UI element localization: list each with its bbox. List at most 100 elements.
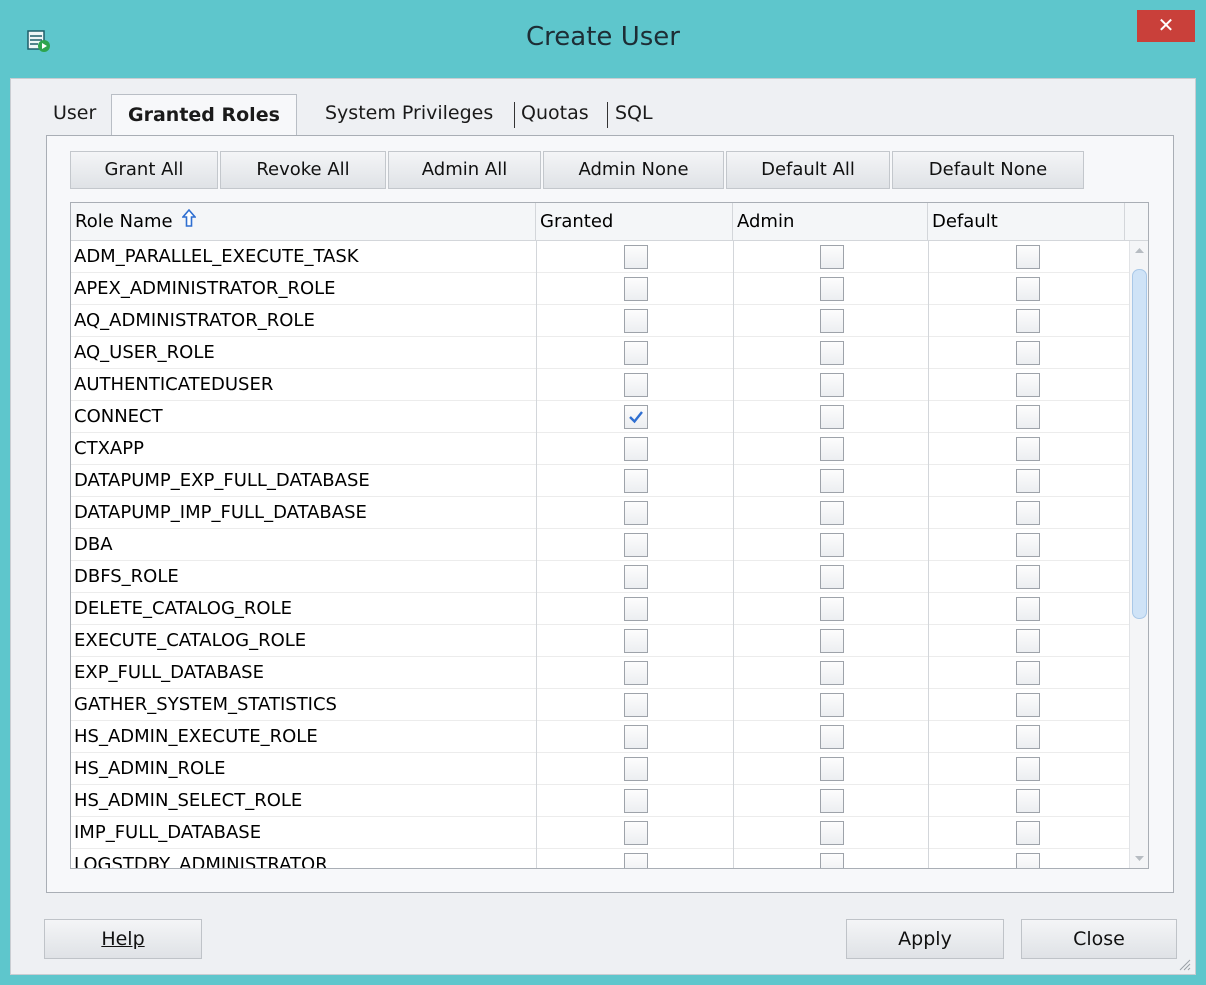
default-checkbox[interactable] [1016, 469, 1040, 493]
default-checkbox[interactable] [1016, 661, 1040, 685]
admin-checkbox[interactable] [820, 533, 844, 557]
default-checkbox[interactable] [1016, 437, 1040, 461]
granted-checkbox[interactable] [624, 309, 648, 333]
column-header-role-name[interactable]: Role Name [71, 203, 536, 241]
granted-checkbox[interactable] [624, 693, 648, 717]
admin-checkbox[interactable] [820, 789, 844, 813]
granted-checkbox[interactable] [624, 821, 648, 845]
scroll-down-icon[interactable] [1130, 848, 1148, 868]
table-row[interactable]: DELETE_CATALOG_ROLE [71, 593, 1129, 625]
table-row[interactable]: DBFS_ROLE [71, 561, 1129, 593]
admin-checkbox[interactable] [820, 693, 844, 717]
default-checkbox[interactable] [1016, 725, 1040, 749]
granted-checkbox[interactable] [624, 277, 648, 301]
granted-checkbox[interactable] [624, 501, 648, 525]
table-row[interactable]: HS_ADMIN_EXECUTE_ROLE [71, 721, 1129, 753]
tab-granted-roles[interactable]: Granted Roles [111, 94, 297, 138]
admin-checkbox[interactable] [820, 661, 844, 685]
revoke-all-button[interactable]: Revoke All [220, 151, 386, 189]
granted-checkbox[interactable] [624, 853, 648, 868]
column-header-granted[interactable]: Granted [536, 203, 733, 241]
granted-checkbox[interactable] [624, 469, 648, 493]
table-row[interactable]: DATAPUMP_IMP_FULL_DATABASE [71, 497, 1129, 529]
default-checkbox[interactable] [1016, 629, 1040, 653]
table-row[interactable]: DBA [71, 529, 1129, 561]
tab-system-privileges[interactable]: System Privileges [325, 102, 493, 124]
default-checkbox[interactable] [1016, 789, 1040, 813]
table-row[interactable]: EXP_FULL_DATABASE [71, 657, 1129, 689]
scroll-up-icon[interactable] [1130, 241, 1148, 261]
granted-checkbox[interactable] [624, 533, 648, 557]
table-row[interactable]: DATAPUMP_EXP_FULL_DATABASE [71, 465, 1129, 497]
admin-checkbox[interactable] [820, 373, 844, 397]
default-checkbox[interactable] [1016, 565, 1040, 589]
granted-checkbox[interactable] [624, 245, 648, 269]
default-all-button[interactable]: Default All [726, 151, 890, 189]
default-checkbox[interactable] [1016, 405, 1040, 429]
table-row[interactable]: CONNECT [71, 401, 1129, 433]
table-row[interactable]: LOGSTDBY_ADMINISTRATOR [71, 849, 1129, 868]
vertical-scrollbar[interactable] [1129, 241, 1148, 868]
default-checkbox[interactable] [1016, 597, 1040, 621]
admin-checkbox[interactable] [820, 341, 844, 365]
table-row[interactable]: HS_ADMIN_SELECT_ROLE [71, 785, 1129, 817]
granted-checkbox[interactable] [624, 661, 648, 685]
table-row[interactable]: ADM_PARALLEL_EXECUTE_TASK [71, 241, 1129, 273]
admin-checkbox[interactable] [820, 309, 844, 333]
default-checkbox[interactable] [1016, 501, 1040, 525]
granted-checkbox[interactable] [624, 789, 648, 813]
table-row[interactable]: IMP_FULL_DATABASE [71, 817, 1129, 849]
table-row[interactable]: HS_ADMIN_ROLE [71, 753, 1129, 785]
admin-checkbox[interactable] [820, 757, 844, 781]
default-checkbox[interactable] [1016, 245, 1040, 269]
granted-checkbox[interactable] [624, 725, 648, 749]
table-row[interactable]: AQ_USER_ROLE [71, 337, 1129, 369]
default-checkbox[interactable] [1016, 821, 1040, 845]
granted-checkbox[interactable] [624, 341, 648, 365]
admin-checkbox[interactable] [820, 277, 844, 301]
admin-none-button[interactable]: Admin None [543, 151, 724, 189]
admin-checkbox[interactable] [820, 821, 844, 845]
granted-checkbox[interactable] [624, 597, 648, 621]
table-row[interactable]: EXECUTE_CATALOG_ROLE [71, 625, 1129, 657]
table-row[interactable]: AQ_ADMINISTRATOR_ROLE [71, 305, 1129, 337]
tab-sql[interactable]: SQL [615, 102, 653, 124]
granted-checkbox[interactable] [624, 373, 648, 397]
default-checkbox[interactable] [1016, 853, 1040, 868]
table-row[interactable]: GATHER_SYSTEM_STATISTICS [71, 689, 1129, 721]
default-checkbox[interactable] [1016, 757, 1040, 781]
admin-checkbox[interactable] [820, 629, 844, 653]
default-none-button[interactable]: Default None [892, 151, 1084, 189]
title-bar[interactable]: Create User ✕ [0, 0, 1206, 78]
window-close-button[interactable]: ✕ [1137, 10, 1195, 42]
granted-checkbox[interactable] [624, 629, 648, 653]
default-checkbox[interactable] [1016, 533, 1040, 557]
help-button[interactable]: Help [44, 919, 202, 959]
default-checkbox[interactable] [1016, 693, 1040, 717]
admin-checkbox[interactable] [820, 437, 844, 461]
table-row[interactable]: AUTHENTICATEDUSER [71, 369, 1129, 401]
scrollbar-thumb[interactable] [1132, 269, 1147, 619]
close-button[interactable]: Close [1021, 919, 1177, 959]
column-header-admin[interactable]: Admin [733, 203, 928, 241]
admin-checkbox[interactable] [820, 597, 844, 621]
apply-button[interactable]: Apply [846, 919, 1004, 959]
grant-all-button[interactable]: Grant All [70, 151, 218, 189]
admin-checkbox[interactable] [820, 501, 844, 525]
default-checkbox[interactable] [1016, 309, 1040, 333]
default-checkbox[interactable] [1016, 373, 1040, 397]
admin-all-button[interactable]: Admin All [388, 151, 541, 189]
admin-checkbox[interactable] [820, 245, 844, 269]
admin-checkbox[interactable] [820, 565, 844, 589]
tab-quotas[interactable]: Quotas [521, 102, 589, 124]
table-row[interactable]: CTXAPP [71, 433, 1129, 465]
default-checkbox[interactable] [1016, 341, 1040, 365]
admin-checkbox[interactable] [820, 469, 844, 493]
granted-checkbox[interactable] [624, 565, 648, 589]
default-checkbox[interactable] [1016, 277, 1040, 301]
admin-checkbox[interactable] [820, 725, 844, 749]
admin-checkbox[interactable] [820, 853, 844, 868]
granted-checkbox[interactable] [624, 405, 648, 429]
column-header-default[interactable]: Default [928, 203, 1125, 241]
admin-checkbox[interactable] [820, 405, 844, 429]
